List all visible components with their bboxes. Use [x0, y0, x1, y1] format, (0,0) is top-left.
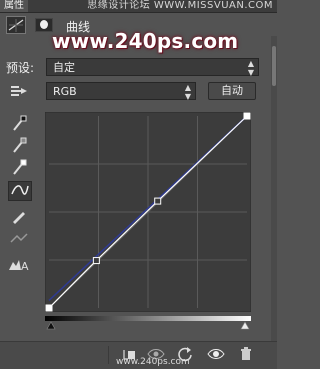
svg-text:A: A: [21, 260, 29, 272]
curves-graph[interactable]: [44, 111, 252, 313]
visibility-eye-icon[interactable]: [207, 346, 225, 364]
hand-target-icon[interactable]: [8, 84, 30, 102]
properties-tab[interactable]: 属性: [0, 0, 28, 12]
chevron-updown-icon: ▲ ▼: [184, 83, 191, 101]
eyedropper-gray-icon[interactable]: [8, 136, 30, 154]
divider: [108, 346, 109, 364]
curve-control-point[interactable]: [45, 304, 53, 312]
trash-icon[interactable]: [237, 346, 255, 364]
curve-control-point[interactable]: [92, 257, 100, 265]
channel-select[interactable]: RGB ▲ ▼: [46, 82, 196, 101]
preset-value: 自定: [53, 61, 75, 74]
auto-button[interactable]: 自动: [208, 82, 256, 100]
scrollbar-thumb[interactable]: [272, 46, 276, 86]
preset-label: 预设:: [6, 61, 35, 75]
clipping-warning-icon[interactable]: A: [8, 256, 30, 274]
black-point-slider[interactable]: [46, 321, 56, 330]
input-levels-slider[interactable]: [45, 316, 251, 330]
watermark-text: 思缘设计论坛 WWW.MISSVUAN.COM: [87, 0, 273, 11]
curves-adjustment-icon[interactable]: [6, 16, 26, 34]
panel-scrollbar[interactable]: [271, 36, 277, 341]
curve-point-icon[interactable]: [8, 181, 32, 201]
site-watermark: www.240ps.com: [52, 29, 239, 53]
white-point-slider[interactable]: [240, 321, 250, 330]
curve-control-point[interactable]: [243, 112, 251, 120]
mask-icon[interactable]: [35, 18, 53, 32]
footer-site: www.240ps.com: [116, 357, 190, 367]
channel-value: RGB: [53, 85, 77, 98]
panel-titlebar: 属性 思缘设计论坛 WWW.MISSVUAN.COM: [0, 0, 277, 13]
pencil-icon[interactable]: [8, 207, 30, 225]
smooth-icon[interactable]: [8, 230, 30, 248]
preset-select[interactable]: 自定 ▲ ▼: [46, 58, 259, 77]
eyedropper-white-icon[interactable]: [8, 158, 30, 176]
curve-control-point[interactable]: [154, 197, 162, 205]
chevron-updown-icon: ▲ ▼: [247, 59, 254, 77]
eyedropper-black-icon[interactable]: [8, 114, 30, 132]
